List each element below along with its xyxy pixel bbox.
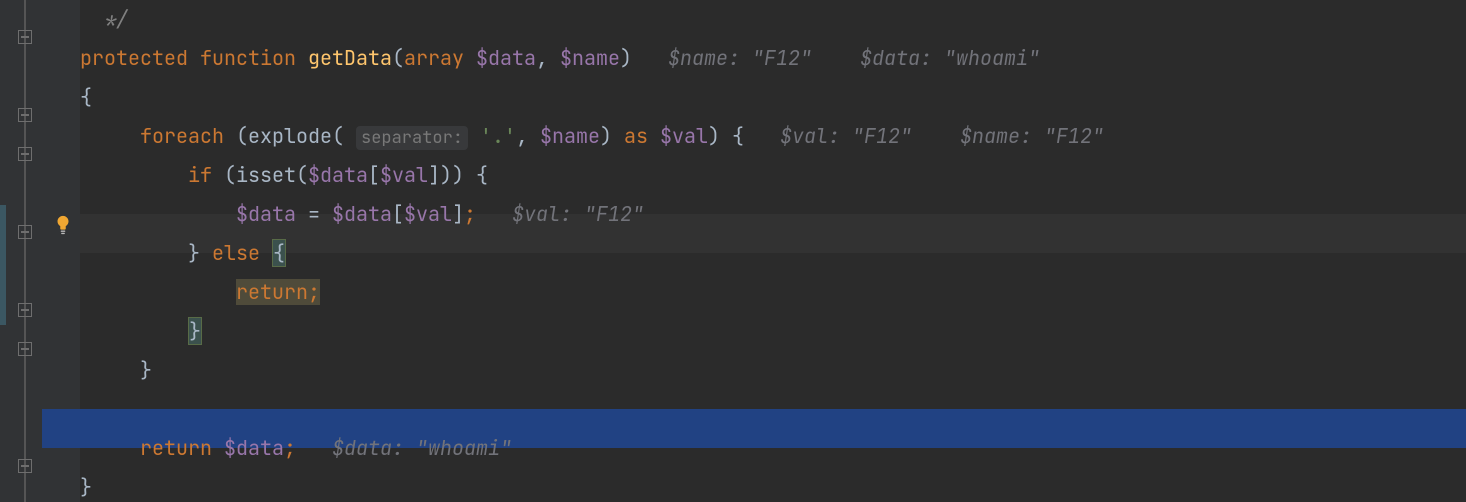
- keyword-return: return: [236, 279, 308, 305]
- code-line[interactable]: return;: [80, 273, 1466, 312]
- keyword-else: else: [212, 240, 260, 266]
- keyword-as: as: [624, 123, 648, 149]
- var-data: $data: [308, 162, 368, 188]
- brace-open-match: {: [272, 239, 286, 267]
- brace-close-match: }: [188, 317, 202, 345]
- change-marker: [0, 205, 6, 325]
- code-line[interactable]: } else {: [80, 234, 1466, 273]
- fold-toggle-icon[interactable]: [18, 30, 32, 44]
- string-dot: '.': [480, 123, 516, 149]
- inlay-hint: $data: "whoami": [332, 435, 512, 461]
- var-data: $data: [224, 435, 284, 461]
- code-line[interactable]: */: [80, 0, 1466, 39]
- function-name: getData: [308, 45, 392, 71]
- code-line[interactable]: foreach (explode( separator: '.', $name)…: [80, 117, 1466, 156]
- lightbulb-icon[interactable]: [52, 214, 74, 236]
- inlay-hint: $name: "F12": [668, 45, 812, 71]
- var-data: $data: [236, 201, 296, 227]
- code-line[interactable]: }: [80, 312, 1466, 351]
- fn-isset: isset: [236, 162, 296, 188]
- keyword-foreach: foreach: [140, 123, 224, 149]
- fold-toggle-icon[interactable]: [18, 147, 32, 161]
- fold-toggle-icon[interactable]: [18, 303, 32, 317]
- inlay-hint: $data: "whoami": [860, 45, 1040, 71]
- code-line[interactable]: {: [80, 78, 1466, 117]
- keyword-return: return: [140, 435, 212, 461]
- fold-toggle-icon[interactable]: [18, 342, 32, 356]
- comment-close: */: [104, 6, 128, 32]
- code-line[interactable]: if (isset($data[$val])) {: [80, 156, 1466, 195]
- var-val: $val: [380, 162, 428, 188]
- param-hint-separator: separator:: [356, 126, 468, 150]
- code-line[interactable]: }: [80, 351, 1466, 390]
- fold-toggle-icon[interactable]: [18, 225, 32, 239]
- var-val: $val: [404, 201, 452, 227]
- var-data: $data: [476, 45, 536, 71]
- var-data: $data: [332, 201, 392, 227]
- inlay-hint: $name: "F12": [960, 123, 1104, 149]
- keyword-if: if: [188, 162, 212, 188]
- var-name: $name: [540, 123, 600, 149]
- keyword-protected: protected: [80, 45, 188, 71]
- code-line[interactable]: return $data; $data: "whoami": [80, 429, 1466, 468]
- var-val: $val: [660, 123, 708, 149]
- fn-explode: explode: [248, 123, 332, 149]
- code-line[interactable]: [80, 390, 1466, 429]
- code-line[interactable]: protected function getData(array $data, …: [80, 39, 1466, 78]
- type-array: array: [404, 45, 464, 71]
- code-line[interactable]: }: [80, 468, 1466, 502]
- code-line[interactable]: $data = $data[$val]; $val: "F12": [80, 195, 1466, 234]
- fold-toggle-icon[interactable]: [18, 459, 32, 473]
- inlay-hint: $val: "F12": [780, 123, 912, 149]
- code-area[interactable]: */ protected function getData(array $dat…: [80, 0, 1466, 502]
- fold-toggle-icon[interactable]: [18, 108, 32, 122]
- var-name: $name: [560, 45, 620, 71]
- inlay-hint: $val: "F12": [512, 201, 644, 227]
- keyword-function: function: [200, 45, 296, 71]
- gutter: [0, 0, 42, 502]
- fold-guide-line: [24, 0, 26, 502]
